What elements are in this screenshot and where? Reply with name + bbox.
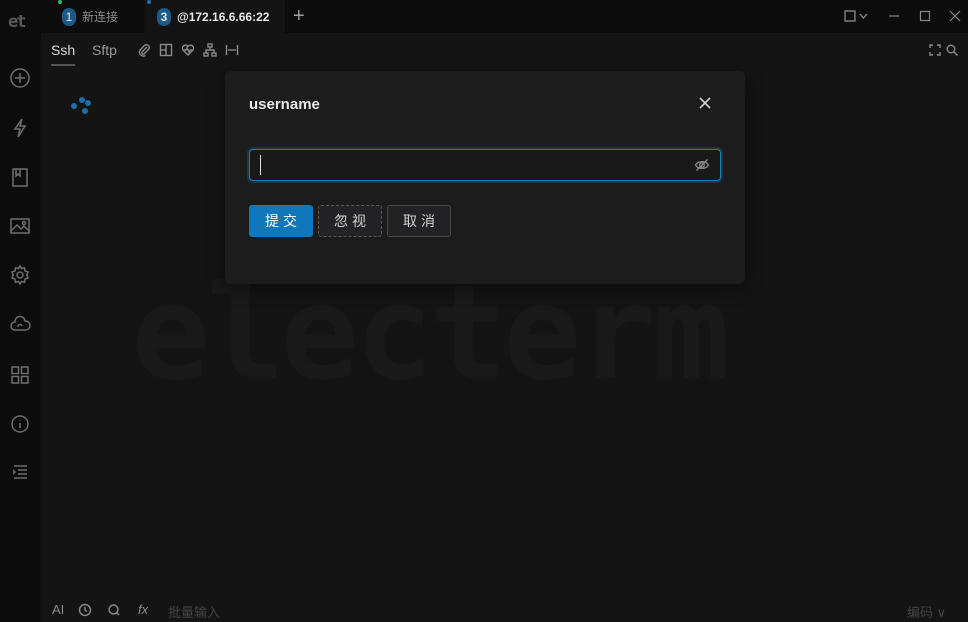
tab-ssh[interactable]: Ssh [51,42,76,66]
username-input[interactable] [260,155,680,175]
cancel-button[interactable]: 取消 [387,205,451,237]
add-tab-button[interactable]: + [293,6,305,26]
encoding-select[interactable]: 编码 ∨ [907,602,946,621]
tree-network-icon[interactable] [203,43,217,57]
column-width-icon[interactable] [225,43,239,57]
bottom-bar: AI fx 批量输入 编码 ∨ [41,598,968,622]
minimize-button[interactable] [884,6,904,26]
tab-number: 1 [62,7,76,26]
fx-button[interactable]: fx [138,602,148,617]
split-layout-icon[interactable] [159,43,173,57]
layout-select-button[interactable] [842,6,872,26]
gear-icon[interactable] [8,263,32,287]
lightning-icon[interactable] [8,116,32,140]
tab-bar: 1 新连接 3 @172.16.6.66:22 + [41,0,968,33]
app-logo: et [8,12,26,32]
image-icon[interactable] [8,214,32,238]
bookmark-icon[interactable] [8,165,32,189]
username-field[interactable] [249,149,721,181]
tab-label: @172.16.6.66:22 [177,9,270,24]
username-prompt-dialog: username 提交 忽视 取消 [225,71,745,284]
left-rail: et [0,0,41,622]
quick-command-icon[interactable] [107,603,121,620]
ignore-button[interactable]: 忽视 [318,205,382,237]
close-icon[interactable] [695,93,715,113]
tab-ssh-session[interactable]: 3 @172.16.6.66:22 [145,0,285,33]
maximize-button[interactable] [915,6,935,26]
tab-new-connection[interactable]: 1 新连接 [55,0,141,33]
status-dot [58,0,62,4]
app-window: et 1 新连接 3 @172.16.6.66:22 + Ssh Sftp el… [0,0,968,622]
batch-input-field[interactable]: 批量输入 [168,602,220,621]
list-indent-icon[interactable] [8,459,32,483]
tab-label: 新连接 [82,10,119,24]
ai-button[interactable]: AI [52,602,64,617]
history-icon[interactable] [78,603,92,620]
paperclip-icon[interactable] [137,43,151,57]
cloud-sync-icon[interactable] [8,313,32,337]
eye-off-icon[interactable] [694,157,710,173]
tab-sftp[interactable]: Sftp [92,42,117,58]
tab-number: 3 [157,7,171,26]
loading-spinner [70,96,94,116]
submit-button[interactable]: 提交 [249,205,313,237]
status-dot [147,0,151,4]
close-window-button[interactable] [945,6,965,26]
app-watermark: electerm [132,268,730,398]
search-icon[interactable] [945,43,959,57]
fullscreen-icon[interactable] [928,43,942,57]
grid-icon[interactable] [8,363,32,387]
dialog-title: username [249,96,320,113]
info-icon[interactable] [8,412,32,436]
heartbeat-icon[interactable] [181,43,195,57]
plus-circle-icon[interactable] [8,66,32,90]
session-toolbar: Ssh Sftp [41,33,968,66]
